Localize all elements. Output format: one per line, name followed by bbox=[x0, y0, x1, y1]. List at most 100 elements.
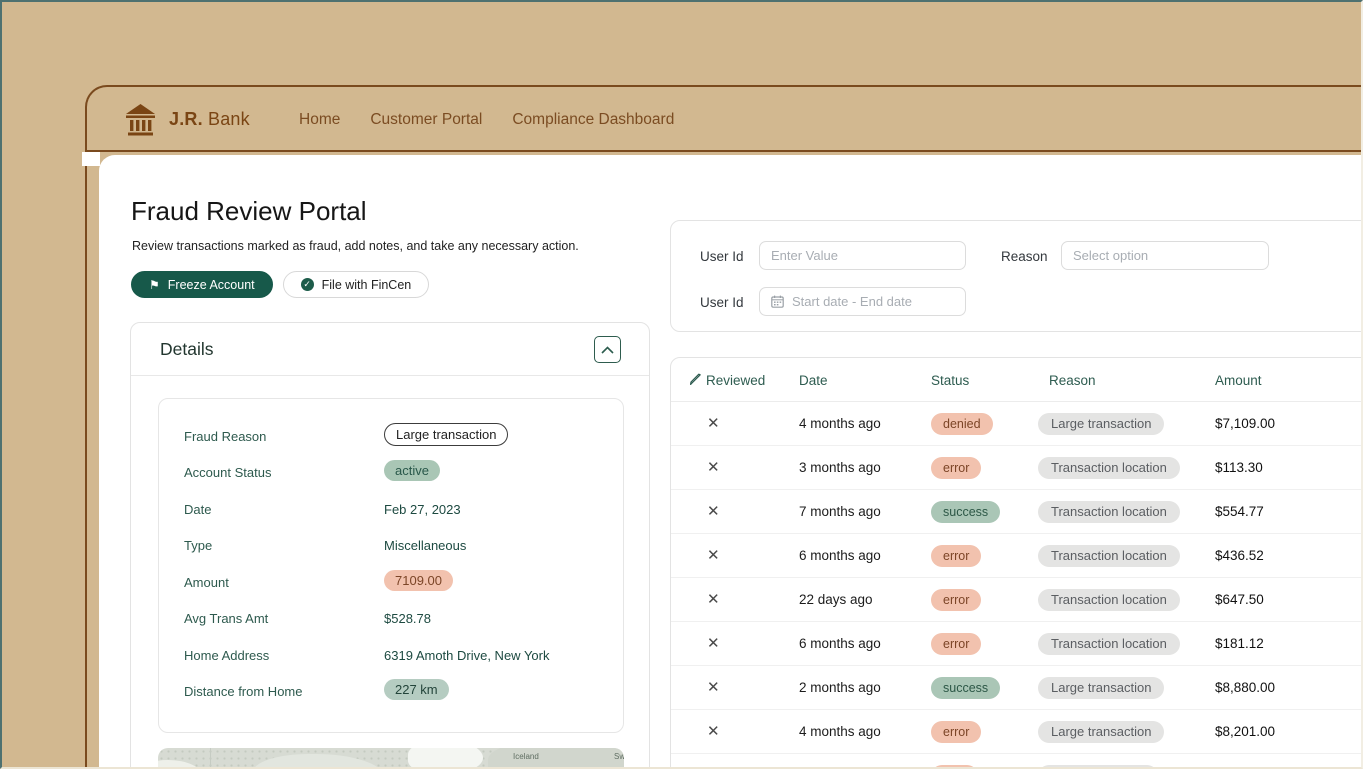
cell-date: 6 months ago bbox=[799, 636, 881, 651]
col-header-amount: Amount bbox=[1215, 373, 1262, 388]
status-badge: success bbox=[931, 501, 1000, 523]
transactions-table: Reviewed Date Status Reason Amount ✕ 4 m… bbox=[670, 357, 1363, 769]
cell-amount: $181.12 bbox=[1215, 636, 1264, 651]
brand: J.R. Bank bbox=[125, 103, 250, 136]
status-badge: error bbox=[931, 457, 981, 479]
cell-amount: $8,880.00 bbox=[1215, 680, 1275, 695]
field-avg-trans-amt: Avg Trans Amt $528.78 bbox=[159, 601, 623, 637]
nav-link-customer-portal[interactable]: Customer Portal bbox=[370, 111, 482, 129]
collapse-details-button[interactable] bbox=[594, 336, 621, 363]
user-id-input[interactable] bbox=[759, 241, 966, 270]
reason-badge: Transaction location bbox=[1038, 545, 1180, 567]
details-fields-card: Fraud Reason Large transaction Account S… bbox=[158, 398, 624, 733]
cell-amount: $554.77 bbox=[1215, 504, 1264, 519]
field-label: Amount bbox=[184, 575, 229, 590]
table-row[interactable]: ✕ 4 months ago denied Large transaction … bbox=[671, 402, 1363, 446]
table-row-partial[interactable] bbox=[671, 754, 1363, 769]
file-fincen-button[interactable]: ✓ File with FinCen bbox=[283, 271, 430, 298]
field-amount: Amount 7109.00 bbox=[159, 565, 623, 601]
details-title: Details bbox=[160, 339, 214, 360]
field-label: Account Status bbox=[184, 465, 271, 480]
reason-badge: Transaction location bbox=[1038, 457, 1180, 479]
bank-logo-icon bbox=[125, 103, 156, 136]
not-reviewed-x-icon[interactable]: ✕ bbox=[707, 722, 720, 740]
status-badge: error bbox=[931, 589, 981, 611]
field-fraud-reason: Fraud Reason Large transaction bbox=[159, 419, 623, 455]
field-label: Fraud Reason bbox=[184, 429, 266, 444]
cell-date: 4 months ago bbox=[799, 724, 881, 739]
map-landmass bbox=[253, 754, 383, 769]
field-home-address: Home Address 6319 Amoth Drive, New York bbox=[159, 638, 623, 674]
cell-amount: $113.30 bbox=[1215, 460, 1263, 475]
account-status-badge: active bbox=[384, 460, 440, 481]
not-reviewed-x-icon[interactable]: ✕ bbox=[707, 502, 720, 520]
not-reviewed-x-icon[interactable]: ✕ bbox=[707, 414, 720, 432]
status-badge: error bbox=[931, 633, 981, 655]
filter-user-id-label: User Id bbox=[700, 249, 744, 264]
field-value: Miscellaneous bbox=[384, 538, 466, 553]
date-range-picker[interactable]: Start date - End date bbox=[759, 287, 966, 316]
freeze-account-label: Freeze Account bbox=[168, 278, 255, 292]
top-navbar: J.R. Bank Home Customer Portal Complianc… bbox=[87, 87, 1363, 152]
map-label-iceland: Iceland bbox=[513, 752, 539, 761]
nav-link-home[interactable]: Home bbox=[299, 111, 340, 129]
amount-badge: 7109.00 bbox=[384, 570, 453, 591]
distance-badge: 227 km bbox=[384, 679, 449, 700]
col-header-reviewed: Reviewed bbox=[706, 373, 765, 388]
table-row[interactable]: ✕ 22 days ago error Transaction location… bbox=[671, 578, 1363, 622]
reason-badge: Transaction location bbox=[1038, 501, 1180, 523]
table-row[interactable]: ✕ 2 months ago success Large transaction… bbox=[671, 666, 1363, 710]
reason-badge: Transaction location bbox=[1038, 589, 1180, 611]
details-card-header: Details bbox=[131, 323, 649, 376]
action-button-row: ⚑ Freeze Account ✓ File with FinCen bbox=[131, 271, 429, 298]
table-row[interactable]: ✕ 6 months ago error Transaction locatio… bbox=[671, 534, 1363, 578]
check-circle-icon: ✓ bbox=[301, 278, 314, 291]
cell-amount: $7,109.00 bbox=[1215, 416, 1275, 431]
field-value: 6319 Amoth Drive, New York bbox=[384, 648, 549, 663]
field-label: Home Address bbox=[184, 648, 269, 663]
table-row[interactable]: ✕ 3 months ago error Transaction locatio… bbox=[671, 446, 1363, 490]
cell-date: 22 days ago bbox=[799, 592, 873, 607]
not-reviewed-x-icon[interactable]: ✕ bbox=[707, 678, 720, 696]
reason-badge bbox=[1038, 765, 1158, 769]
field-account-status: Account Status active bbox=[159, 455, 623, 491]
panel-corner-notch bbox=[82, 152, 100, 166]
details-card: Details Fraud Reason Large transaction A… bbox=[130, 322, 650, 769]
not-reviewed-x-icon[interactable]: ✕ bbox=[707, 458, 720, 476]
nav-link-compliance-dashboard[interactable]: Compliance Dashboard bbox=[512, 111, 674, 129]
reason-select[interactable] bbox=[1061, 241, 1269, 270]
fraud-reason-pill: Large transaction bbox=[384, 423, 508, 446]
table-row[interactable]: ✕ 7 months ago success Transaction locat… bbox=[671, 490, 1363, 534]
status-badge: success bbox=[931, 677, 1000, 699]
table-header-row: Reviewed Date Status Reason Amount bbox=[671, 358, 1363, 402]
col-header-reason: Reason bbox=[1049, 373, 1096, 388]
cell-amount: $647.50 bbox=[1215, 592, 1264, 607]
map-label-sweden: Swe bbox=[614, 752, 624, 761]
field-date: Date Feb 27, 2023 bbox=[159, 492, 623, 528]
field-label: Avg Trans Amt bbox=[184, 611, 268, 626]
not-reviewed-x-icon[interactable]: ✕ bbox=[707, 546, 720, 564]
col-header-date: Date bbox=[799, 373, 828, 388]
field-distance-from-home: Distance from Home 227 km bbox=[159, 674, 623, 710]
cell-date: 3 months ago bbox=[799, 460, 881, 475]
date-range-placeholder: Start date - End date bbox=[792, 294, 912, 309]
cell-date: 6 months ago bbox=[799, 548, 881, 563]
table-row[interactable]: ✕ 4 months ago error Large transaction $… bbox=[671, 710, 1363, 754]
not-reviewed-x-icon[interactable]: ✕ bbox=[707, 634, 720, 652]
freeze-account-button[interactable]: ⚑ Freeze Account bbox=[131, 271, 273, 298]
location-map[interactable]: Iceland Swe bbox=[158, 748, 624, 769]
brand-name: J.R. Bank bbox=[169, 109, 250, 130]
page-title: Fraud Review Portal bbox=[131, 196, 367, 227]
not-reviewed-x-icon[interactable]: ✕ bbox=[707, 590, 720, 608]
cell-amount: $8,201.00 bbox=[1215, 724, 1275, 739]
calendar-icon bbox=[771, 295, 784, 308]
field-type: Type Miscellaneous bbox=[159, 528, 623, 564]
pencil-icon bbox=[689, 373, 702, 386]
reason-badge: Large transaction bbox=[1038, 413, 1164, 435]
filter-date-range-label: User Id bbox=[700, 295, 744, 310]
table-row[interactable]: ✕ 6 months ago error Transaction locatio… bbox=[671, 622, 1363, 666]
brand-name-rest: Bank bbox=[203, 109, 250, 129]
field-label: Distance from Home bbox=[184, 684, 302, 699]
field-value: $528.78 bbox=[384, 611, 431, 626]
cell-amount: $436.52 bbox=[1215, 548, 1264, 563]
